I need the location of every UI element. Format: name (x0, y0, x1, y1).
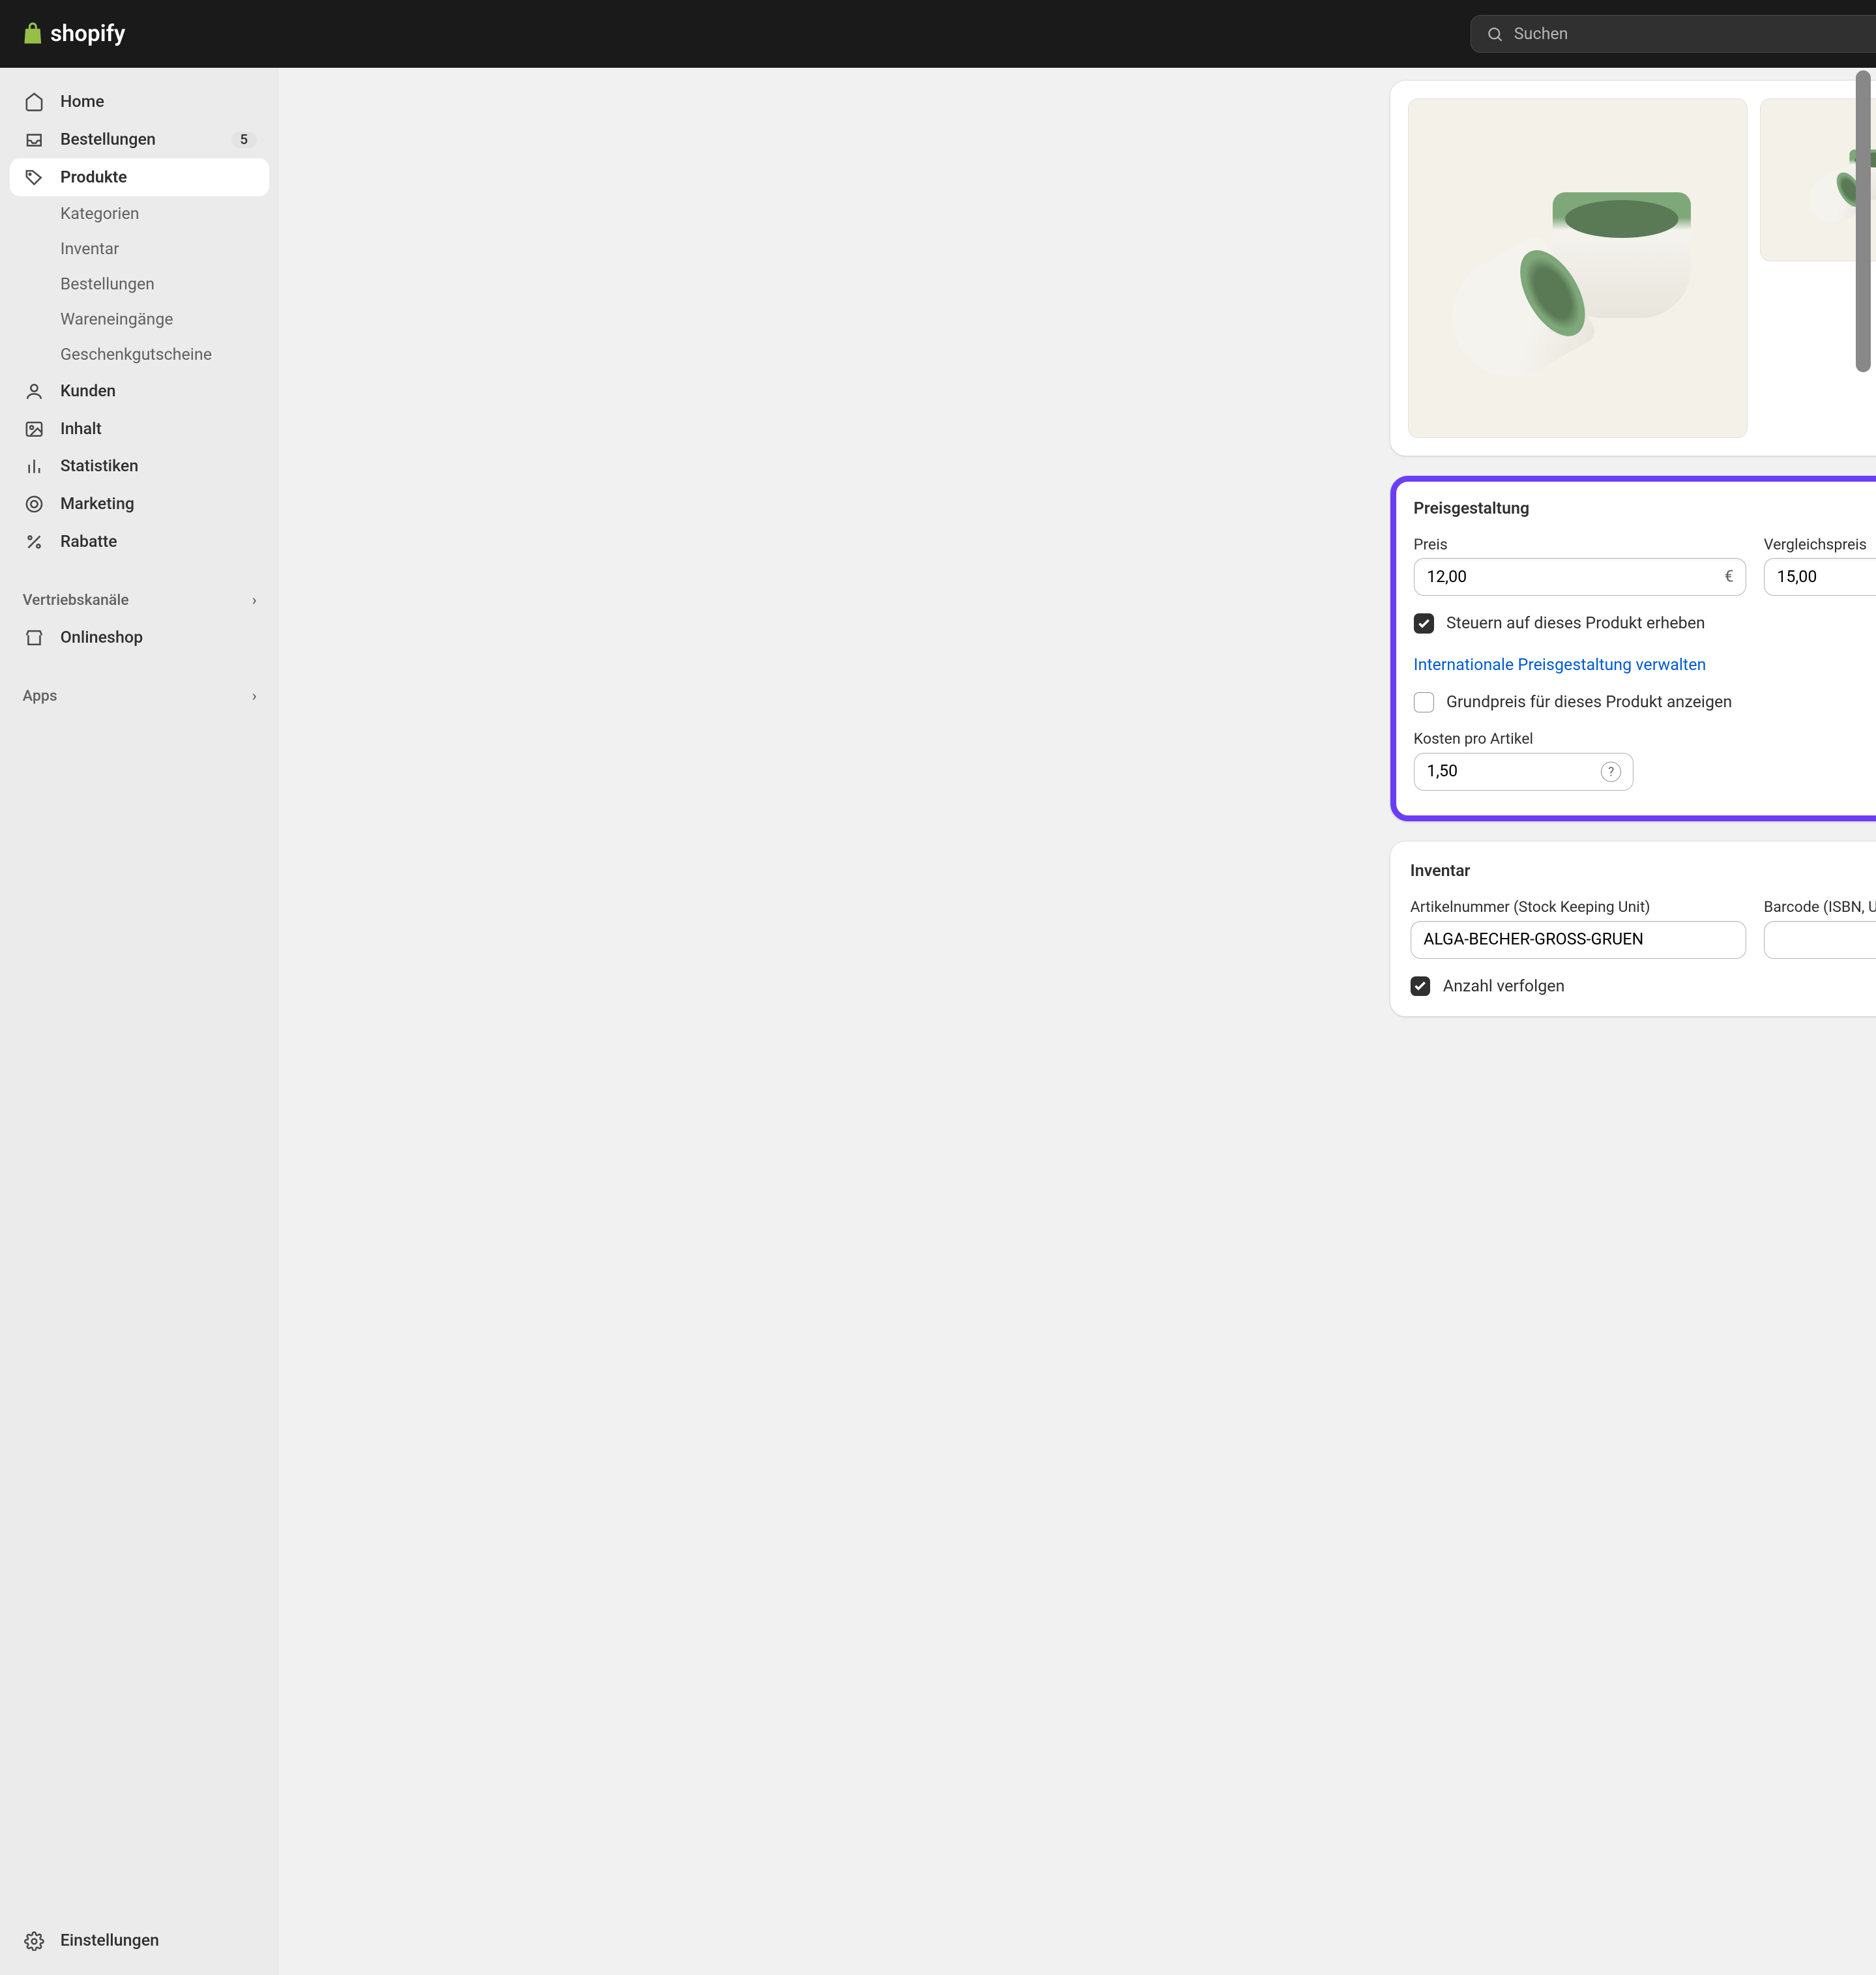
shopify-bag-icon (20, 20, 46, 48)
inventory-title: Inventar (1411, 862, 1471, 881)
home-icon (23, 91, 46, 113)
compare-price-input[interactable] (1764, 558, 1876, 596)
nav-products[interactable]: Produkte (10, 158, 269, 196)
tax-checkbox-row[interactable]: Steuern auf dieses Produkt erheben (1414, 613, 1876, 634)
nav-sub-inventory[interactable]: Inventar (10, 231, 269, 267)
media-card: Hinzufügen Aus URL hinzufügen (1390, 81, 1876, 456)
nav-sub-orders[interactable]: Bestellungen (10, 267, 269, 302)
price-input[interactable] (1414, 558, 1746, 596)
nav-section-channels[interactable]: Vertriebskanäle › (10, 581, 269, 619)
main-content: Hinzufügen Aus URL hinzufügen Preisgesta… (279, 68, 1876, 1975)
nav-analytics[interactable]: Statistiken (10, 448, 269, 486)
nav-onlineshop[interactable]: Onlineshop (10, 619, 269, 656)
intl-pricing-link[interactable]: Internationale Preisgestaltung verwalten (1414, 656, 1707, 675)
nav-section-apps[interactable]: Apps › (10, 677, 269, 714)
pricing-title: Preisgestaltung (1414, 499, 1876, 518)
track-quantity-checkbox-row[interactable]: Anzahl verfolgen (1411, 976, 1876, 997)
cups-icon (1452, 154, 1703, 381)
chevron-right-icon: › (252, 687, 257, 705)
brand-text: shopify (50, 21, 125, 47)
cost-label: Kosten pro Artikel (1414, 730, 1634, 748)
global-search[interactable]: Suchen ⌘ K (1471, 15, 1876, 53)
nav-marketing[interactable]: Marketing (10, 486, 269, 523)
checkbox-unchecked-icon (1414, 692, 1434, 712)
target-icon (23, 493, 46, 516)
search-icon (1486, 25, 1504, 43)
checkbox-checked-icon (1411, 976, 1431, 997)
store-icon (23, 626, 46, 649)
sku-label: Artikelnummer (Stock Keeping Unit) (1411, 898, 1746, 916)
unit-price-checkbox-row[interactable]: Grundpreis für dieses Produkt anzeigen (1414, 692, 1876, 712)
search-placeholder: Suchen (1514, 25, 1876, 44)
help-icon[interactable]: ? (1601, 761, 1621, 782)
chart-icon (23, 456, 46, 478)
price-label: Preis (1414, 536, 1746, 553)
nav-orders[interactable]: Bestellungen 5 (10, 121, 269, 158)
nav-home[interactable]: Home (10, 83, 269, 121)
nav-settings[interactable]: Einstellungen (10, 1922, 269, 1960)
nav-discounts[interactable]: Rabatte (10, 523, 269, 561)
person-icon (23, 380, 46, 403)
compare-price-label: Vergleichspreis (1764, 536, 1876, 553)
pricing-card: Preisgestaltung Preis € Vergleichspreis (1390, 476, 1876, 822)
chevron-right-icon: › (252, 591, 257, 609)
inventory-card: Inventar Anpassungsverlauf Artikelnummer… (1390, 841, 1876, 1016)
checkbox-checked-icon (1414, 613, 1434, 634)
nav-customers[interactable]: Kunden (10, 372, 269, 410)
shopify-logo[interactable]: shopify (20, 20, 125, 48)
product-image-main[interactable] (1408, 98, 1748, 438)
nav-sub-categories[interactable]: Kategorien (10, 196, 269, 231)
percent-icon (23, 531, 46, 553)
barcode-label: Barcode (ISBN, UPC, GTIN usw.) (1764, 898, 1876, 916)
topbar: shopify Suchen ⌘ K Tu e eu Tee (0, 0, 1876, 68)
nav-content[interactable]: Inhalt (10, 410, 269, 448)
nav-sub-giftcards[interactable]: Geschenkgutscheine (10, 337, 269, 372)
sidebar: Home Bestellungen 5 Produkte Kategorien … (0, 68, 279, 1975)
orders-badge: 5 (231, 132, 257, 148)
tag-icon (23, 166, 46, 189)
currency-suffix: € (1724, 568, 1733, 587)
sku-input[interactable] (1411, 921, 1746, 959)
scrollbar[interactable] (1856, 70, 1871, 372)
barcode-input[interactable] (1764, 921, 1876, 959)
inbox-icon (23, 128, 46, 151)
nav-sub-incoming[interactable]: Wareneingänge (10, 302, 269, 337)
image-icon (23, 418, 46, 441)
gear-icon (23, 1930, 46, 1953)
